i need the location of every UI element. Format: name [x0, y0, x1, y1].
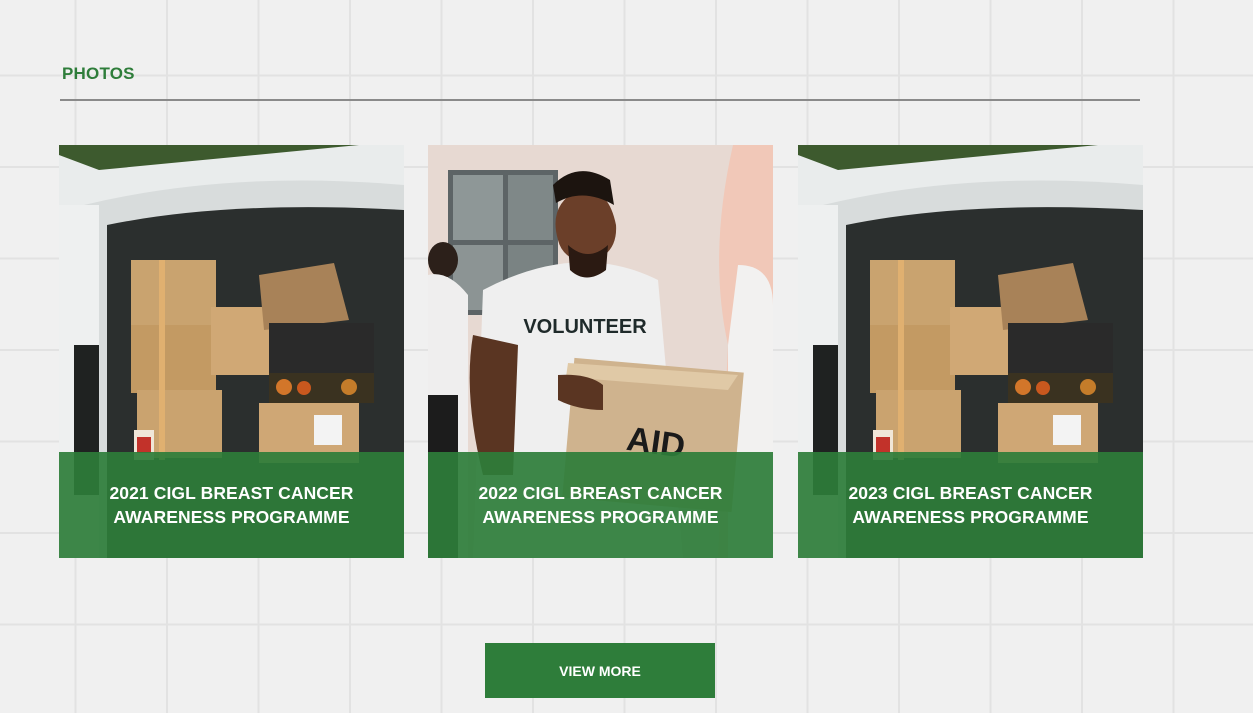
- volunteer-shirt-text: VOLUNTEER: [523, 316, 647, 338]
- card-caption: 2023 CIGL BREAST CANCER AWARENESS PROGRA…: [798, 452, 1143, 558]
- section-divider: [60, 99, 1140, 101]
- photo-card-2022[interactable]: VOLUNTEER AID 2022 CIGL BREAST CANCER AW…: [428, 145, 773, 558]
- card-caption: 2022 CIGL BREAST CANCER AWARENESS PROGRA…: [428, 452, 773, 558]
- view-more-button[interactable]: VIEW MORE: [485, 643, 715, 698]
- section-title: PHOTOS: [62, 64, 135, 83]
- photo-card-2023[interactable]: 2023 CIGL BREAST CANCER AWARENESS PROGRA…: [798, 145, 1143, 558]
- card-caption: 2021 CIGL BREAST CANCER AWARENESS PROGRA…: [59, 452, 404, 558]
- photo-card-2021[interactable]: 2021 CIGL BREAST CANCER AWARENESS PROGRA…: [59, 145, 404, 558]
